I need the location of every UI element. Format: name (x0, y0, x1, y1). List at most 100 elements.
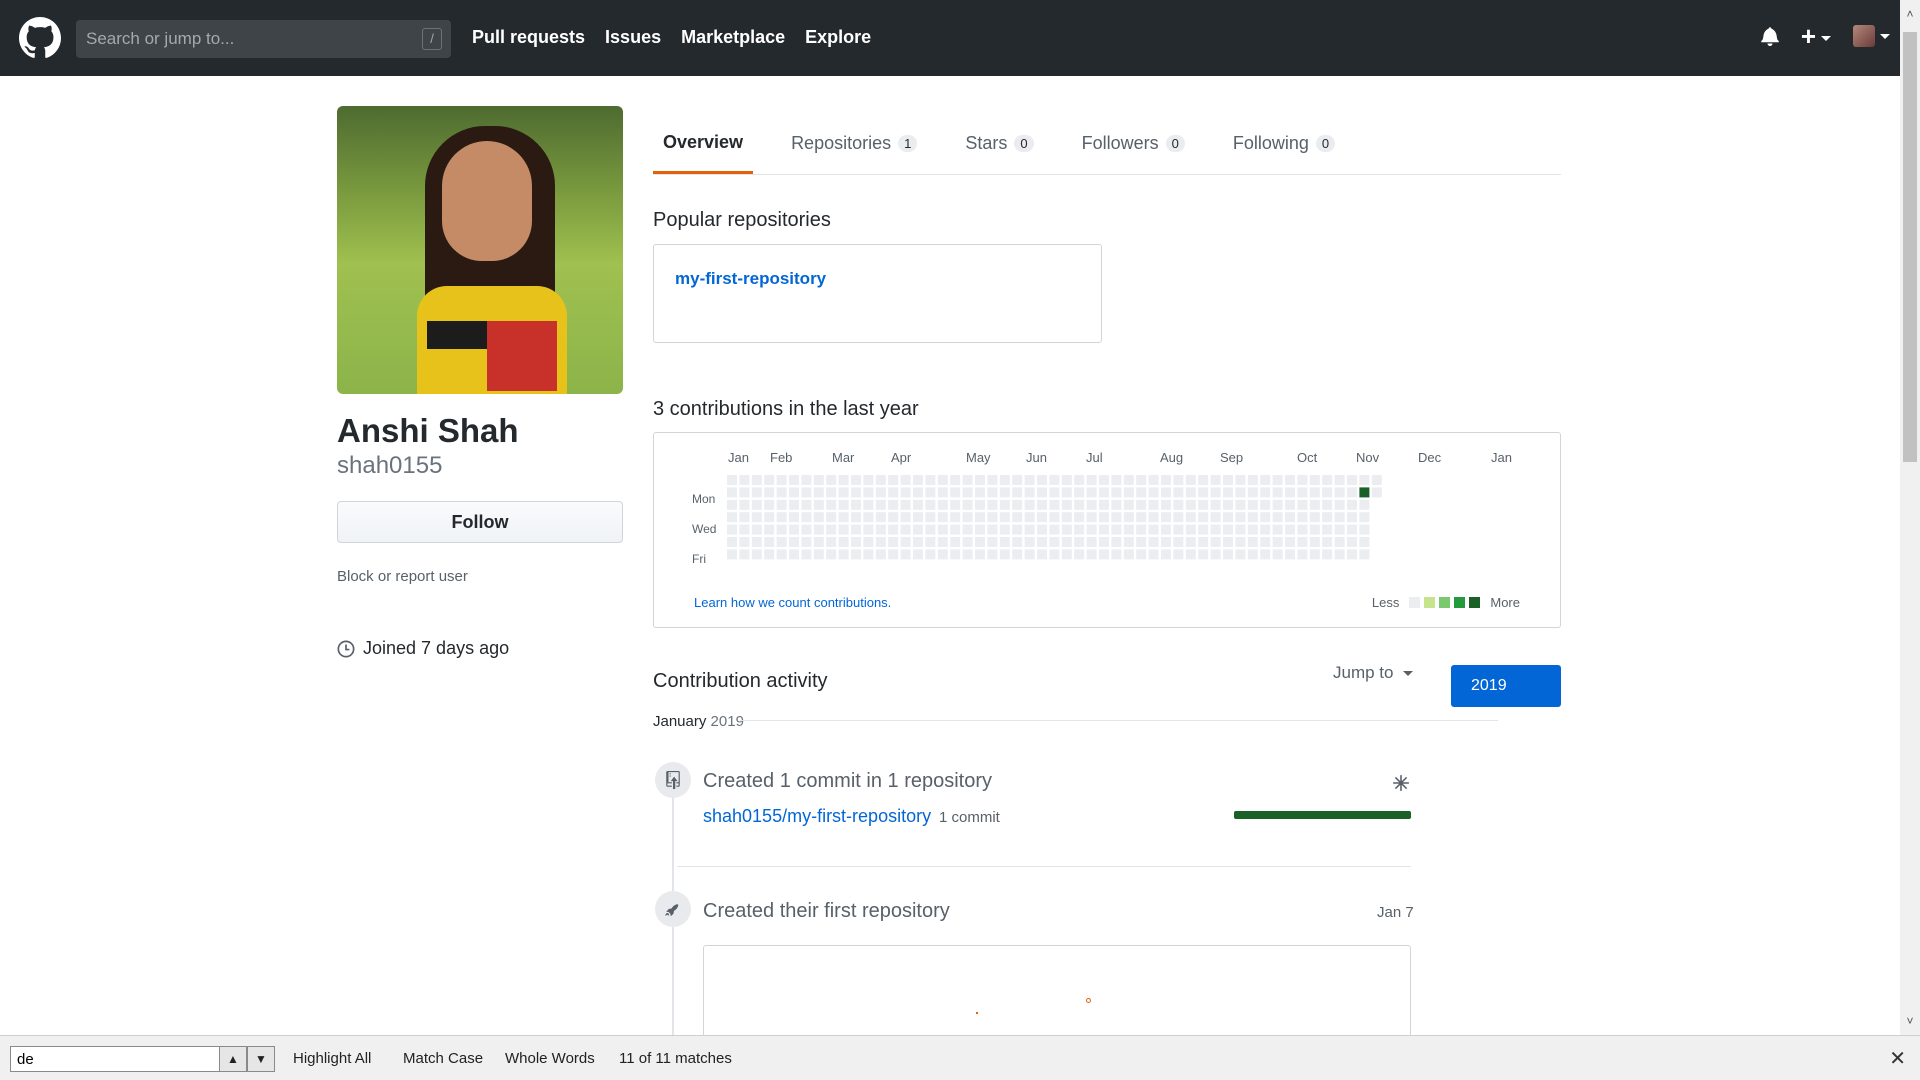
contribution-day-cell[interactable] (751, 512, 762, 523)
contribution-day-cell[interactable] (1223, 499, 1233, 510)
contribution-day-cell[interactable] (987, 524, 998, 535)
contribution-day-cell[interactable] (1272, 475, 1283, 485)
contribution-day-cell[interactable] (1347, 549, 1357, 560)
contribution-day-cell[interactable] (801, 475, 812, 485)
scrollbar[interactable]: ˄ ˅ (1900, 0, 1920, 1035)
contribution-day-cell[interactable] (739, 549, 750, 560)
contribution-day-cell[interactable] (1334, 499, 1345, 510)
contribution-day-cell[interactable] (1099, 512, 1109, 523)
contribution-day-cell[interactable] (1161, 475, 1171, 485)
contribution-day-cell[interactable] (1012, 549, 1023, 560)
contribution-day-cell[interactable] (1161, 549, 1171, 560)
contribution-day-cell[interactable] (1173, 487, 1184, 498)
contribution-day-cell[interactable] (776, 537, 787, 547)
contribution-day-cell[interactable] (838, 537, 849, 547)
contribution-day-cell[interactable] (1210, 537, 1221, 547)
contribution-day-cell[interactable] (1037, 487, 1047, 498)
contribution-day-cell[interactable] (1272, 549, 1283, 560)
contribution-day-cell[interactable] (1148, 512, 1159, 523)
contribution-day-cell[interactable] (1247, 524, 1258, 535)
contribution-day-cell[interactable] (987, 475, 998, 485)
contribution-day-cell[interactable] (937, 512, 948, 523)
contribution-day-cell[interactable] (1247, 512, 1258, 523)
contribution-day-cell[interactable] (764, 537, 775, 547)
contribution-day-cell[interactable] (764, 512, 775, 523)
contribution-day-cell[interactable] (727, 537, 737, 547)
contribution-day-cell[interactable] (813, 537, 824, 547)
contribution-day-cell[interactable] (1247, 549, 1258, 560)
contribution-day-cell[interactable] (1198, 475, 1209, 485)
contribution-day-cell[interactable] (925, 512, 936, 523)
contribution-day-cell[interactable] (962, 524, 973, 535)
contribution-day-cell[interactable] (888, 499, 899, 510)
contribution-day-cell[interactable] (1198, 537, 1209, 547)
contribution-day-cell[interactable] (1136, 549, 1147, 560)
contribution-day-cell[interactable] (975, 524, 985, 535)
contribution-day-cell[interactable] (838, 524, 849, 535)
contribution-day-cell[interactable] (1123, 487, 1134, 498)
tab-stars[interactable]: Stars 0 (955, 120, 1043, 174)
contribution-day-cell[interactable] (739, 512, 750, 523)
contribution-day-cell[interactable] (1123, 499, 1134, 510)
contribution-day-cell[interactable] (789, 524, 799, 535)
contribution-day-cell[interactable] (1161, 512, 1171, 523)
contribution-day-cell[interactable] (1297, 512, 1308, 523)
contribution-day-cell[interactable] (962, 549, 973, 560)
contribution-day-cell[interactable] (1024, 487, 1035, 498)
search-box[interactable]: / (76, 20, 451, 58)
contribution-day-cell[interactable] (813, 475, 824, 485)
contribution-day-cell[interactable] (937, 487, 948, 498)
contribution-day-cell[interactable] (1210, 549, 1221, 560)
contribution-day-cell[interactable] (875, 487, 886, 498)
contribution-day-cell[interactable] (1061, 487, 1072, 498)
contribution-day-cell[interactable] (776, 475, 787, 485)
contribution-day-cell[interactable] (900, 537, 911, 547)
contribution-day-cell[interactable] (1223, 487, 1233, 498)
contribution-day-cell[interactable] (1260, 549, 1271, 560)
contribution-day-cell[interactable] (1049, 499, 1060, 510)
contribution-day-cell[interactable] (1285, 537, 1295, 547)
contribution-day-cell[interactable] (1235, 537, 1246, 547)
contribution-day-cell[interactable] (727, 487, 737, 498)
contribution-day-cell[interactable] (987, 537, 998, 547)
contribution-day-cell[interactable] (739, 499, 750, 510)
contribution-day-cell[interactable] (999, 537, 1010, 547)
contribution-day-cell[interactable] (1173, 549, 1184, 560)
contribution-day-cell[interactable] (1322, 475, 1333, 485)
contribution-day-cell[interactable] (1099, 549, 1109, 560)
contribution-day-cell[interactable] (1247, 499, 1258, 510)
contribution-day-cell[interactable] (913, 475, 923, 485)
scroll-thumb[interactable] (1903, 32, 1917, 462)
contribution-day-cell[interactable] (1185, 499, 1196, 510)
contribution-day-cell[interactable] (838, 499, 849, 510)
contribution-day-cell[interactable] (1123, 537, 1134, 547)
contribution-day-cell[interactable] (727, 475, 737, 485)
find-previous-button[interactable]: ▲ (219, 1046, 247, 1072)
contribution-day-cell[interactable] (900, 475, 911, 485)
contribution-day-cell[interactable] (1359, 487, 1370, 498)
contribution-day-cell[interactable] (863, 549, 874, 560)
contribution-day-cell[interactable] (975, 537, 985, 547)
contribution-day-cell[interactable] (1173, 537, 1184, 547)
contribution-day-cell[interactable] (1136, 475, 1147, 485)
contribution-day-cell[interactable] (1260, 512, 1271, 523)
contribution-day-cell[interactable] (925, 537, 936, 547)
contribution-day-cell[interactable] (975, 487, 985, 498)
contribution-day-cell[interactable] (875, 524, 886, 535)
tab-followers[interactable]: Followers 0 (1072, 120, 1195, 174)
contribution-day-cell[interactable] (1235, 499, 1246, 510)
contribution-day-cell[interactable] (1347, 512, 1357, 523)
contribution-day-cell[interactable] (1074, 487, 1085, 498)
contribution-day-cell[interactable] (1210, 487, 1221, 498)
contribution-day-cell[interactable] (975, 475, 985, 485)
contribution-day-cell[interactable] (826, 487, 837, 498)
contribution-day-cell[interactable] (1309, 475, 1320, 485)
contribution-day-cell[interactable] (1012, 524, 1023, 535)
contribution-day-cell[interactable] (1359, 475, 1370, 485)
contribution-day-cell[interactable] (1359, 537, 1370, 547)
contribution-day-cell[interactable] (1012, 499, 1023, 510)
contribution-day-cell[interactable] (1223, 512, 1233, 523)
contribution-day-cell[interactable] (1223, 475, 1233, 485)
contribution-day-cell[interactable] (751, 549, 762, 560)
contribution-day-cell[interactable] (1347, 475, 1357, 485)
